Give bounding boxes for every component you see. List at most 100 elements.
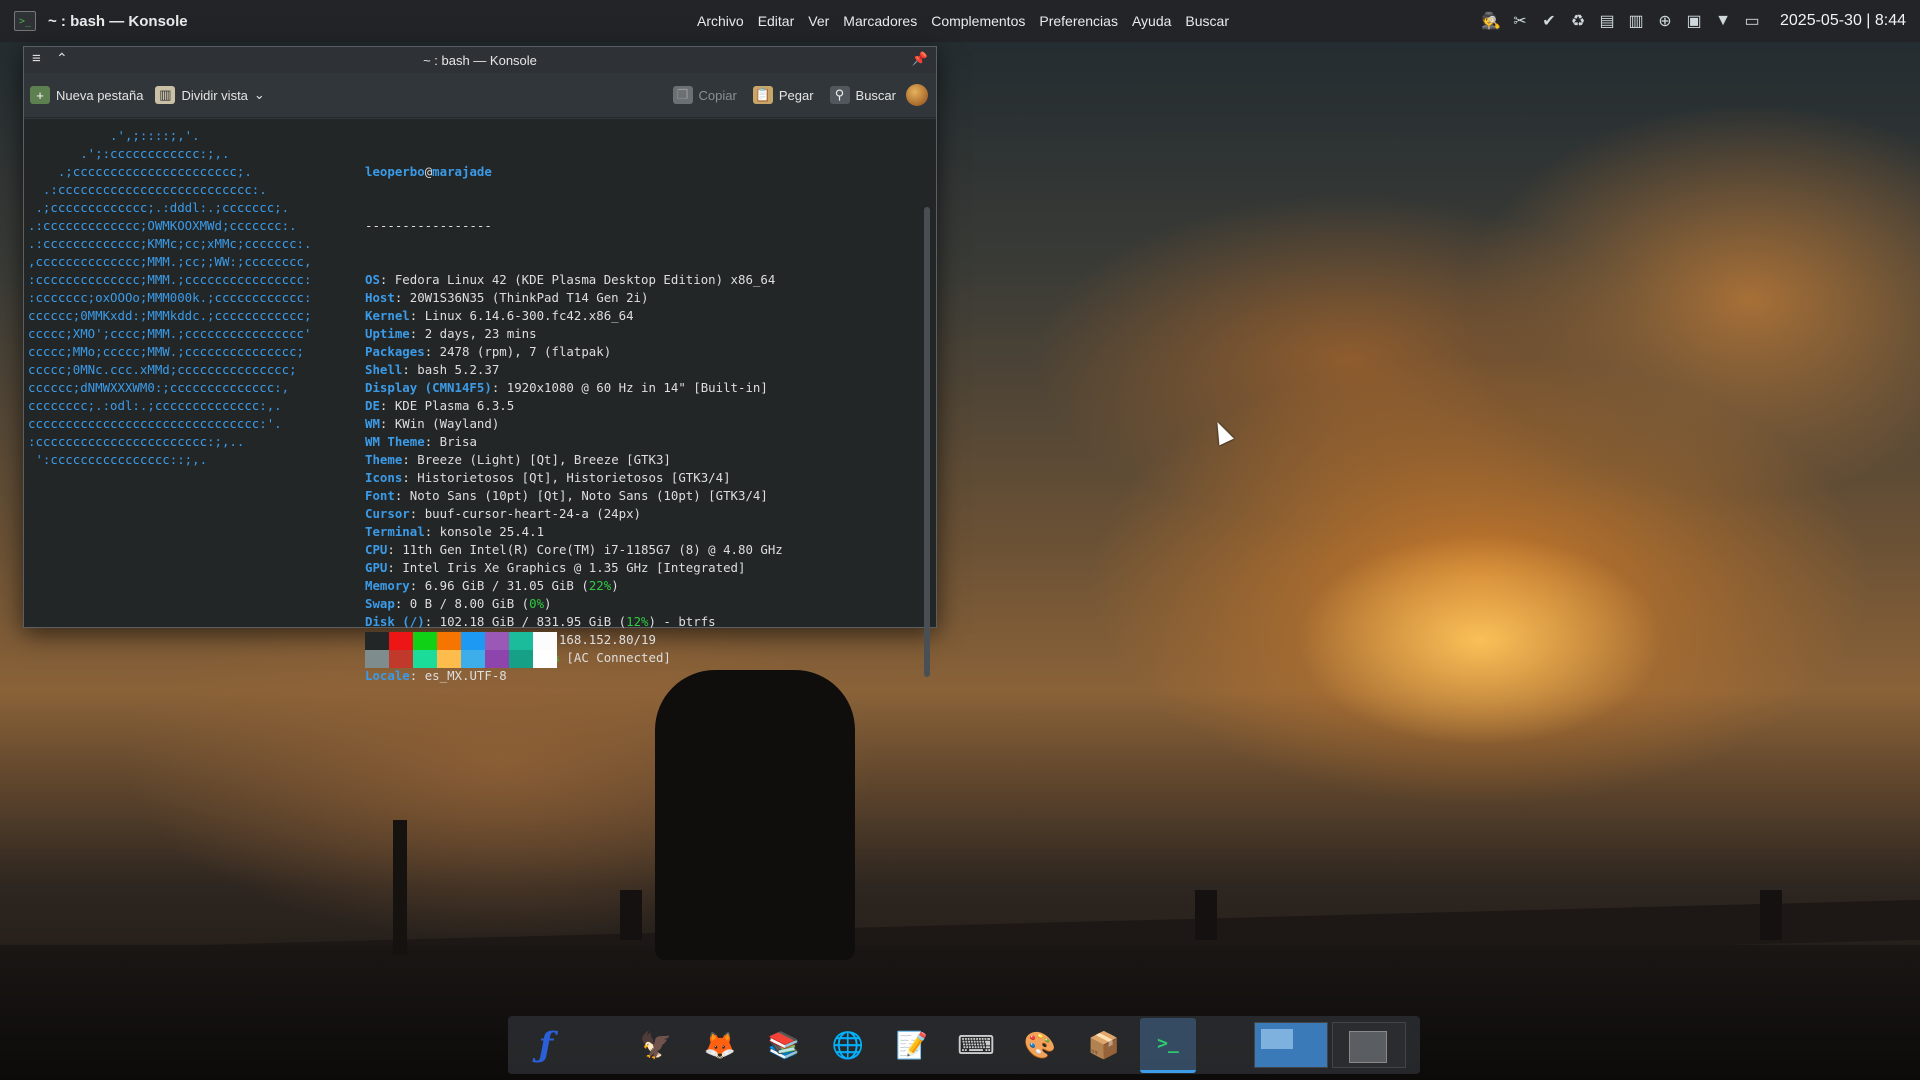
window-title: ~ : bash — Konsole: [48, 12, 188, 30]
menu-editar[interactable]: Editar: [758, 10, 795, 32]
info-key: Shell: [365, 362, 403, 377]
paint-app-icon[interactable]: 🎨: [1012, 1019, 1068, 1071]
info-row: CPU: 11th Gen Intel(R) Core(TM) i7-1185G…: [365, 541, 783, 559]
display-icon[interactable]: ▭: [1741, 10, 1763, 32]
menu-marcadores[interactable]: Marcadores: [843, 10, 917, 32]
info-key: DE: [365, 398, 380, 413]
clock[interactable]: 2025-05-30 | 8:44: [1780, 0, 1906, 42]
logo-line: ccccccccccccccccccccccccccccccc:'.: [28, 416, 282, 431]
logo-line: ccccc;MMo;ccccc;MMW.;ccccccccccccccc;: [28, 344, 305, 359]
mouse-cursor-icon: [1210, 418, 1234, 446]
palette-swatch: [413, 632, 437, 650]
menu-preferencias[interactable]: Preferencias: [1039, 10, 1118, 32]
split-view-icon: ▥: [155, 86, 176, 104]
info-value: 1920x1080 @ 60 Hz in 14" [Built-in]: [506, 380, 768, 395]
palette-swatch: [485, 632, 509, 650]
terminal-area[interactable]: .',;::::;,'. .';:cccccccccccc:;,. .;cccc…: [24, 119, 936, 683]
package-icon[interactable]: ▣: [1683, 10, 1705, 32]
logo-line: ccccc;XMO';cccc;MMM.;cccccccccccccccc': [28, 326, 312, 341]
books-icon[interactable]: ▥: [1625, 10, 1647, 32]
info-colon: :: [394, 290, 410, 305]
clipboard-icon[interactable]: ▤: [1596, 10, 1618, 32]
network-icon[interactable]: ✂: [1509, 10, 1531, 32]
palette-swatch: [365, 650, 389, 668]
package-app-icon[interactable]: 📦: [1076, 1019, 1132, 1071]
logo-line: :cccccccccccccc;MMM.;cccccccccccccccc:: [28, 272, 312, 287]
info-row: Cursor: buuf-cursor-heart-24-a (24px): [365, 505, 783, 523]
info-value: Breeze (Light) [Qt], Breeze [GTK3]: [417, 452, 671, 467]
toolbar-right: ❐ Copiar 📋 Pegar ⚲ Buscar: [667, 79, 928, 111]
globe-app-icon[interactable]: 🌐: [820, 1019, 876, 1071]
konsole-icon[interactable]: >_: [14, 11, 36, 31]
info-colon: :: [402, 362, 418, 377]
notes-app-icon[interactable]: 📝: [884, 1019, 940, 1071]
copy-button[interactable]: ❐ Copiar: [667, 79, 743, 111]
check-icon[interactable]: ✔: [1538, 10, 1560, 32]
eagle-app-icon[interactable]: 🦅: [628, 1019, 684, 1071]
palette-swatch: [437, 632, 461, 650]
info-value: konsole 25.4.1: [439, 524, 545, 539]
split-view-label: Dividir vista: [181, 87, 248, 103]
window-titlebar[interactable]: ≡ ⌃ ~ : bash — Konsole 📌: [24, 47, 936, 73]
info-colon: :: [409, 326, 425, 341]
binoculars-icon: ⚲: [829, 86, 850, 104]
info-colon: :: [394, 596, 410, 611]
menu-complementos[interactable]: Complementos: [931, 10, 1025, 32]
info-key: CPU: [365, 542, 388, 557]
vpn-icon[interactable]: 🕵: [1480, 10, 1502, 32]
info-key: Icons: [365, 470, 403, 485]
menu-archivo[interactable]: Archivo: [697, 10, 744, 32]
palette-swatch: [461, 632, 485, 650]
top-panel: >_ ~ : bash — Konsole Archivo Editar Ver…: [0, 0, 1920, 42]
menu-ver[interactable]: Ver: [808, 10, 829, 32]
search-button[interactable]: ⚲ Buscar: [824, 79, 902, 111]
info-colon: :: [409, 668, 425, 683]
fox-app-icon[interactable]: 🦊: [692, 1019, 748, 1071]
logo-line: :ccccccc;oxOOOo;MMM000k.;cccccccccccc:: [28, 290, 312, 305]
copy-icon: ❐: [672, 86, 693, 104]
konsole-app-icon[interactable]: >_: [1140, 1017, 1196, 1073]
typewriter-app-icon[interactable]: ⌨: [948, 1019, 1004, 1071]
username: leoperbo: [365, 164, 425, 179]
wallpaper-lamp: [393, 820, 407, 955]
kde-menu-icon[interactable]: ƒ: [518, 1019, 574, 1071]
chevron-up-icon[interactable]: ⌃: [56, 50, 68, 67]
paste-button[interactable]: 📋 Pegar: [747, 79, 820, 111]
books-app-icon[interactable]: 📚: [756, 1019, 812, 1071]
info-value: KWin (Wayland): [394, 416, 500, 431]
info-value: bash 5.2.37: [417, 362, 500, 377]
expand-icon[interactable]: ▼: [1712, 10, 1734, 32]
chevron-down-icon: ⌄: [253, 87, 265, 102]
logo-line: cccccccc;.:odl:.;cccccccccccccc:,.: [28, 398, 282, 413]
recycle-icon[interactable]: ♻: [1567, 10, 1589, 32]
info-colon: :: [424, 344, 440, 359]
logo-line: :ccccccccccccccccccccccc:;,..: [28, 434, 245, 449]
menu-buscar[interactable]: Buscar: [1185, 10, 1229, 32]
pin-icon[interactable]: 📌: [912, 51, 928, 67]
new-tab-button[interactable]: + Nueva pestaña: [24, 79, 149, 111]
hamburger-menu-icon[interactable]: ≡: [32, 51, 48, 67]
info-key: Host: [365, 290, 395, 305]
desktop-1[interactable]: [1254, 1022, 1328, 1068]
global-menu: Archivo Editar Ver Marcadores Complement…: [697, 0, 1229, 42]
user-host-line: leoperbo@marajade: [365, 163, 783, 181]
info-key: Swap: [365, 596, 395, 611]
info-tail: ): [544, 596, 552, 611]
split-view-button[interactable]: ▥ Dividir vista ⌄: [149, 79, 270, 111]
info-key: WM Theme: [365, 434, 425, 449]
terminal-scrollbar[interactable]: [924, 207, 930, 677]
main-menu-icon[interactable]: [906, 84, 928, 106]
info-colon: :: [424, 524, 440, 539]
logo-line: ccccc;0MNc.ccc.xMMd;ccccccccccccccc;: [28, 362, 297, 377]
info-row: Locale: es_MX.UTF-8: [365, 667, 783, 685]
search-icon[interactable]: ⊕: [1654, 10, 1676, 32]
info-colon: :: [402, 470, 418, 485]
info-row: WM Theme: Brisa: [365, 433, 783, 451]
info-value: 11th Gen Intel(R) Core(TM) i7-1185G7 (8)…: [402, 542, 783, 557]
info-percent: 0%: [529, 596, 545, 611]
new-tab-icon: +: [30, 86, 50, 104]
menu-ayuda[interactable]: Ayuda: [1132, 10, 1171, 32]
info-row: Swap: 0 B / 8.00 GiB (0%): [365, 595, 783, 613]
desktop-2[interactable]: [1332, 1022, 1406, 1068]
logo-line: .;cccccccccccccccccccccc;.: [28, 164, 252, 179]
